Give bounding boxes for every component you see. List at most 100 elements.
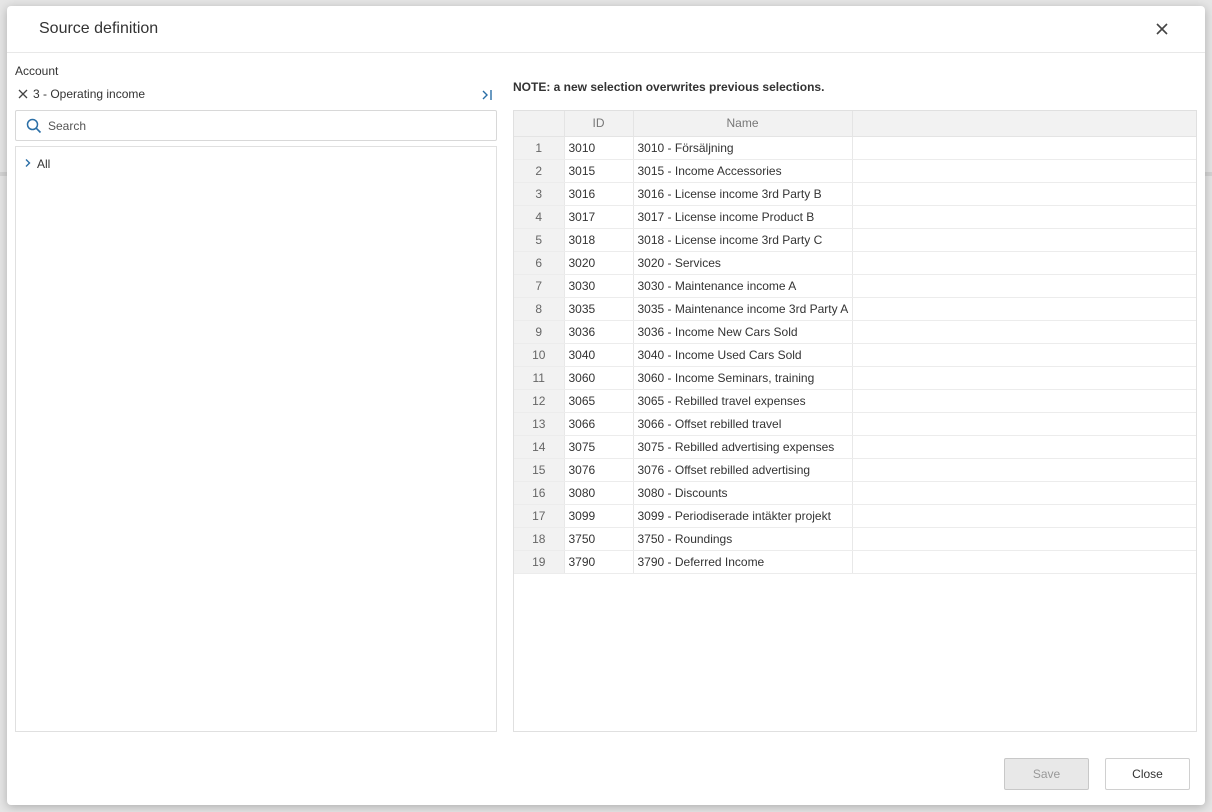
table-row[interactable]: 13 3066 3066 - Offset rebilled travel [514, 412, 1196, 436]
table-row[interactable]: 9 3036 3036 - Income New Cars Sold [514, 320, 1196, 344]
filler-cell [852, 136, 1196, 160]
accounts-table: ID Name 1 3010 3010 - Försäljning 2 3015 3015… [514, 111, 1196, 574]
account-label: Account [15, 64, 59, 78]
filler-cell [852, 481, 1196, 505]
selected-account: 3 - Operating income [15, 86, 497, 104]
close-icon[interactable] [1151, 18, 1173, 40]
name-cell: 3750 - Roundings [633, 527, 853, 551]
id-cell: 3790 [564, 550, 634, 574]
table-row[interactable]: 14 3075 3075 - Rebilled advertising expens… [514, 435, 1196, 459]
table-row[interactable]: 11 3060 3060 - Income Seminars, training [514, 366, 1196, 390]
filler-cell [852, 274, 1196, 298]
table-row[interactable]: 2 3015 3015 - Income Accessories [514, 159, 1196, 183]
row-number-cell: 9 [514, 320, 565, 344]
dialog-header: Source definition [7, 6, 1205, 53]
search-box [15, 110, 497, 141]
name-cell: 3065 - Rebilled travel expenses [633, 389, 853, 413]
row-number-cell: 13 [514, 412, 565, 436]
filler-cell [852, 527, 1196, 551]
id-cell: 3018 [564, 228, 634, 252]
name-cell: 3790 - Deferred Income [633, 550, 853, 574]
column-header-name[interactable]: Name [633, 111, 853, 137]
filler-cell [852, 389, 1196, 413]
table-row[interactable]: 16 3080 3080 - Discounts [514, 481, 1196, 505]
id-cell: 3750 [564, 527, 634, 551]
collapse-right-icon[interactable] [479, 86, 497, 104]
row-number-cell: 15 [514, 458, 565, 482]
search-input[interactable] [48, 115, 488, 137]
row-number-cell: 3 [514, 182, 565, 206]
search-icon [26, 118, 42, 134]
id-cell: 3080 [564, 481, 634, 505]
name-cell: 3015 - Income Accessories [633, 159, 853, 183]
row-number-cell: 5 [514, 228, 565, 252]
name-cell: 3075 - Rebilled advertising expenses [633, 435, 853, 459]
name-cell: 3020 - Services [633, 251, 853, 275]
name-cell: 3018 - License income 3rd Party C [633, 228, 853, 252]
id-cell: 3017 [564, 205, 634, 229]
id-cell: 3060 [564, 366, 634, 390]
column-header-rownum [514, 111, 565, 137]
table-row[interactable]: 7 3030 3030 - Maintenance income A [514, 274, 1196, 298]
name-cell: 3040 - Income Used Cars Sold [633, 343, 853, 367]
name-cell: 3099 - Periodiserade intäkter projekt [633, 504, 853, 528]
id-cell: 3066 [564, 412, 634, 436]
table-row[interactable]: 17 3099 3099 - Periodiserade intäkter proj… [514, 504, 1196, 528]
table-row[interactable]: 12 3065 3065 - Rebilled travel expenses [514, 389, 1196, 413]
name-cell: 3080 - Discounts [633, 481, 853, 505]
name-cell: 3016 - License income 3rd Party B [633, 182, 853, 206]
id-cell: 3076 [564, 458, 634, 482]
row-number-cell: 12 [514, 389, 565, 413]
row-number-cell: 16 [514, 481, 565, 505]
id-cell: 3020 [564, 251, 634, 275]
table-row[interactable]: 1 3010 3010 - Försäljning [514, 136, 1196, 160]
column-header-id[interactable]: ID [564, 111, 634, 137]
table-row[interactable]: 8 3035 3035 - Maintenance income 3rd Party… [514, 297, 1196, 321]
save-button[interactable]: Save [1004, 758, 1089, 790]
filler-cell [852, 412, 1196, 436]
filler-cell [852, 228, 1196, 252]
background-divider [1205, 172, 1212, 176]
id-cell: 3035 [564, 297, 634, 321]
name-cell: 3066 - Offset rebilled travel [633, 412, 853, 436]
id-cell: 3040 [564, 343, 634, 367]
table-row[interactable]: 3 3016 3016 - License income 3rd Party B [514, 182, 1196, 206]
row-number-cell: 8 [514, 297, 565, 321]
id-cell: 3010 [564, 136, 634, 160]
row-number-cell: 2 [514, 159, 565, 183]
row-number-cell: 4 [514, 205, 565, 229]
chevron-right-icon[interactable] [24, 158, 32, 168]
name-cell: 3017 - License income Product B [633, 205, 853, 229]
id-cell: 3036 [564, 320, 634, 344]
accounts-grid: ID Name 1 3010 3010 - Försäljning 2 3015 3015… [513, 110, 1197, 732]
table-row[interactable]: 4 3017 3017 - License income Product B [514, 205, 1196, 229]
source-definition-dialog: Source definition Account 3 - Operating … [7, 6, 1205, 805]
filler-cell [852, 435, 1196, 459]
remove-selection-icon[interactable] [17, 88, 29, 100]
filler-cell [852, 297, 1196, 321]
table-row[interactable]: 19 3790 3790 - Deferred Income [514, 550, 1196, 574]
filler-cell [852, 366, 1196, 390]
filler-cell [852, 159, 1196, 183]
table-row[interactable]: 6 3020 3020 - Services [514, 251, 1196, 275]
filler-cell [852, 205, 1196, 229]
table-row[interactable]: 18 3750 3750 - Roundings [514, 527, 1196, 551]
filler-cell [852, 504, 1196, 528]
filler-cell [852, 458, 1196, 482]
close-button[interactable]: Close [1105, 758, 1190, 790]
row-number-cell: 7 [514, 274, 565, 298]
filler-cell [852, 320, 1196, 344]
row-number-cell: 11 [514, 366, 565, 390]
name-cell: 3060 - Income Seminars, training [633, 366, 853, 390]
account-tree: All [15, 146, 497, 732]
name-cell: 3035 - Maintenance income 3rd Party A [633, 297, 853, 321]
name-cell: 3076 - Offset rebilled advertising [633, 458, 853, 482]
table-row[interactable]: 15 3076 3076 - Offset rebilled advertising [514, 458, 1196, 482]
tree-item-label: All [37, 157, 51, 171]
background-divider [0, 172, 7, 176]
table-row[interactable]: 10 3040 3040 - Income Used Cars Sold [514, 343, 1196, 367]
name-cell: 3010 - Försäljning [633, 136, 853, 160]
table-row[interactable]: 5 3018 3018 - License income 3rd Party C [514, 228, 1196, 252]
filler-cell [852, 251, 1196, 275]
id-cell: 3016 [564, 182, 634, 206]
